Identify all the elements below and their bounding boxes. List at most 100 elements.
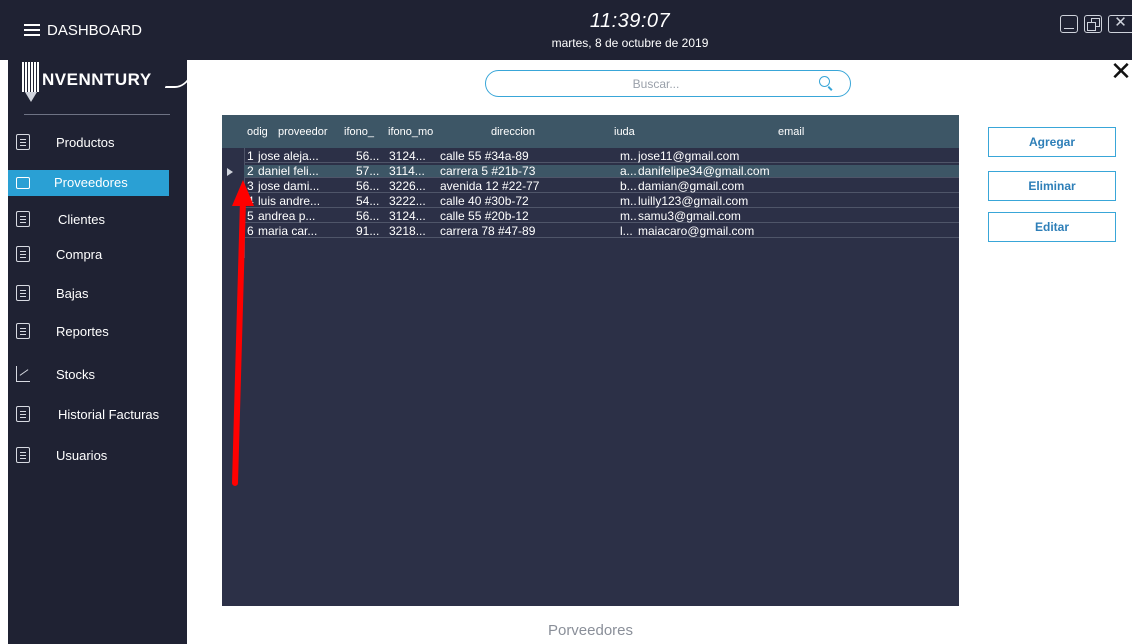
table-cell: 3114...: [389, 165, 425, 178]
truck-icon: [16, 174, 30, 190]
report-icon: [16, 323, 30, 339]
sidebar-item-clientes[interactable]: Clientes: [8, 207, 169, 233]
maximize-button[interactable]: [1084, 15, 1102, 33]
sidebar-item-stocks[interactable]: Stocks: [8, 362, 169, 388]
table-cell: andrea p...: [258, 210, 316, 223]
table-cell: luis andre...: [258, 195, 321, 208]
table-cell: avenida 12 #22-77: [440, 180, 540, 193]
table-cell: 3226...: [389, 180, 426, 193]
sidebar-item-compra[interactable]: Compra: [8, 242, 169, 268]
column-header[interactable]: ifono_mo: [388, 126, 434, 138]
table-cell: m...: [620, 195, 636, 208]
product-icon: [16, 134, 30, 150]
table-cell: 54...: [356, 195, 380, 208]
providers-table[interactable]: odig proveedor ifono_ ifono_mo direccion…: [222, 115, 959, 606]
user-icon: [16, 447, 30, 463]
title-bar: DASHBOARD 11:39:07 martes, 8 de octubre …: [0, 0, 1132, 60]
table-cell: calle 40 #30b-72: [440, 195, 529, 208]
selected-row-indicator-icon: [227, 168, 233, 176]
sidebar: NVENNTURY Productos Proveedores Clientes…: [8, 60, 194, 644]
add-button[interactable]: Agregar: [988, 127, 1116, 157]
logo-swoosh: [164, 70, 194, 88]
table-cell: 3222...: [389, 195, 426, 208]
table-cell: carrera 78 #47-89: [440, 225, 536, 238]
table-cell: m...: [620, 150, 636, 163]
sidebar-item-label: Proveedores: [54, 175, 128, 190]
column-header[interactable]: ifono_: [344, 126, 386, 138]
table-row[interactable]: 6 maria car... 91... 3218... carrera 78 #47-…: [244, 225, 959, 238]
sidebar-item-reportes[interactable]: Reportes: [8, 319, 169, 345]
column-header[interactable]: proveedor: [278, 126, 338, 138]
close-window-button[interactable]: ✕: [1108, 15, 1132, 33]
table-cell: danifelipe34@gmail.com: [638, 165, 770, 178]
clock-date: martes, 8 de octubre de 2019: [551, 36, 709, 50]
invoice-history-icon: [16, 406, 30, 422]
table-cell: carrera 5 #21b-73: [440, 165, 536, 178]
purchase-icon: [16, 246, 30, 262]
sidebar-item-proveedores[interactable]: Proveedores: [8, 170, 169, 196]
table-cell: l...: [620, 225, 633, 238]
annotation-arrow: [232, 180, 254, 486]
table-cell: calle 55 #20b-12: [440, 210, 529, 223]
table-cell: a...: [620, 165, 636, 178]
table-cell: maria car...: [258, 225, 318, 238]
table-cell: 56...: [356, 210, 380, 223]
delete-button[interactable]: Eliminar: [988, 171, 1116, 201]
sidebar-item-usuarios[interactable]: Usuarios: [8, 443, 169, 469]
search-input[interactable]: [496, 75, 816, 93]
logo-pencil-tip: [25, 92, 37, 102]
table-cell: damian@gmail.com: [638, 180, 745, 193]
table-row[interactable]: 3 jose dami... 56... 3226... avenida 12 #22-…: [244, 180, 959, 193]
sidebar-item-historial-facturas[interactable]: Historial Facturas: [8, 402, 169, 428]
table-cell: daniel feli...: [258, 165, 319, 178]
table-cell: jose dami...: [258, 180, 320, 193]
sidebar-divider: [24, 114, 170, 115]
table-cell: jose11@gmail.com: [638, 150, 740, 163]
column-header[interactable]: email: [778, 126, 818, 138]
column-header[interactable]: odig: [247, 126, 269, 138]
logo-text: NVENNTURY: [42, 70, 152, 89]
column-header[interactable]: direccion: [491, 126, 551, 138]
sidebar-item-label: Reportes: [56, 324, 109, 339]
close-icon[interactable]: ✕: [1110, 58, 1132, 84]
sidebar-item-label: Compra: [56, 247, 103, 262]
table-cell: samu3@gmail.com: [638, 210, 741, 223]
search-box: [485, 70, 851, 97]
sidebar-item-productos[interactable]: Productos: [8, 130, 169, 156]
table-row[interactable]: 1 jose aleja... 56... 3124... calle 55 #34a-…: [244, 150, 959, 163]
table-cell: b...: [620, 180, 636, 193]
table-cell: jose aleja...: [258, 150, 319, 163]
sidebar-item-label: Productos: [56, 135, 115, 150]
app-window: DASHBOARD 11:39:07 martes, 8 de octubre …: [0, 0, 1132, 644]
edit-button[interactable]: Editar: [988, 212, 1116, 242]
table-row[interactable]: 2 daniel feli... 57... 3114... carrera 5 #21…: [244, 165, 959, 178]
table-cell: 2: [247, 165, 254, 178]
sidebar-item-label: Historial Facturas: [58, 407, 160, 422]
table-cell: 56...: [356, 150, 380, 163]
section-title: Porveedores: [547, 622, 634, 639]
sidebar-item-label: Stocks: [56, 367, 96, 382]
table-row[interactable]: 4luis andre...54...3222...calle 40 #30b-…: [244, 195, 959, 208]
sidebar-item-bajas[interactable]: Bajas: [8, 281, 169, 307]
sidebar-item-label: Usuarios: [56, 448, 108, 463]
clock-time: 11:39:07: [589, 10, 671, 32]
table-cell: calle 55 #34a-89: [440, 150, 529, 163]
table-cell: 3124...: [389, 210, 426, 223]
stock-chart-icon: [16, 366, 30, 382]
search-icon[interactable]: [819, 76, 830, 87]
table-header: odig proveedor ifono_ ifono_mo direccion…: [222, 115, 959, 148]
table-row[interactable]: 5 andrea p... 56... 3124... calle 55 #20b-12…: [244, 210, 959, 223]
table-cell: 56...: [356, 180, 380, 193]
table-cell: luilly123@gmail.com: [638, 195, 749, 208]
table-cell: 3124...: [389, 150, 426, 163]
app-logo: NVENNTURY: [18, 62, 194, 106]
table-cell: 57...: [356, 165, 380, 178]
sidebar-item-label: Clientes: [58, 212, 105, 227]
client-icon: [16, 211, 30, 227]
table-cell: 3218...: [389, 225, 426, 238]
minimize-button[interactable]: [1060, 15, 1078, 33]
logo-pencil-icon: [22, 62, 40, 92]
table-cell: maiacaro@gmail.com: [638, 225, 755, 238]
column-header[interactable]: iuda: [614, 126, 636, 138]
table-cell: m...: [620, 210, 636, 223]
